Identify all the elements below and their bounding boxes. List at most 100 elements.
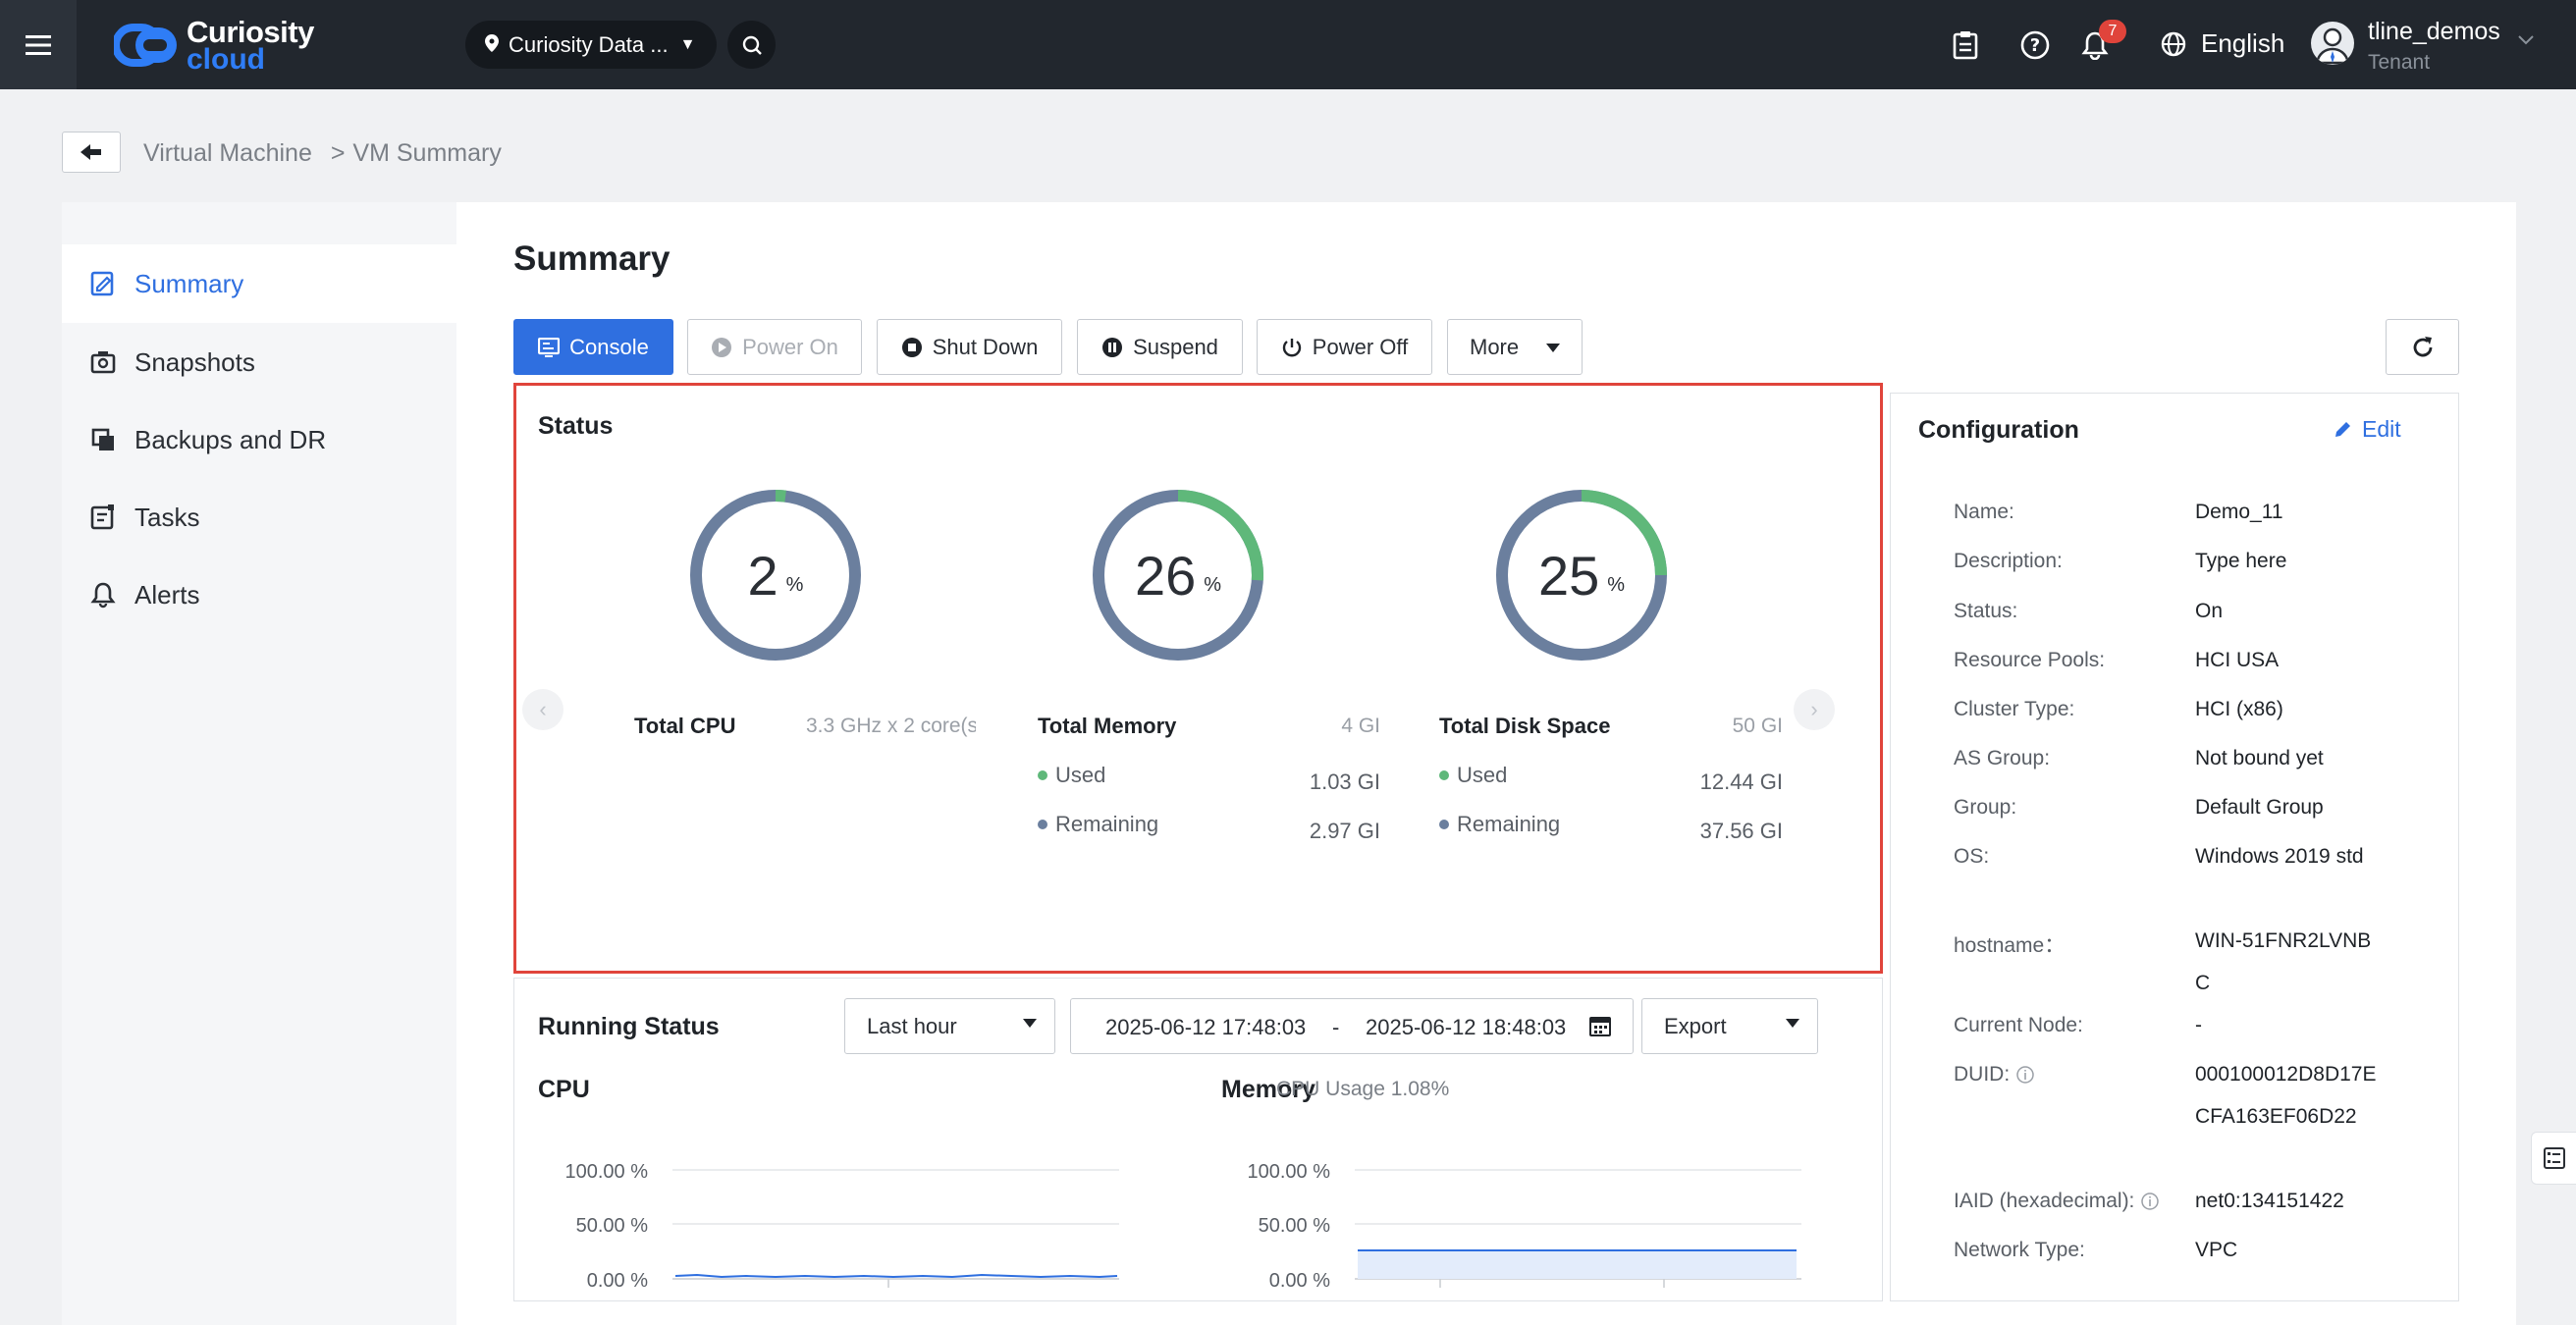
stop-icon — [901, 337, 922, 357]
user-role: Tenant — [2368, 51, 2431, 74]
back-button[interactable] — [62, 132, 121, 173]
nav-label-backups: Backups and DR — [134, 424, 327, 454]
language-selector[interactable]: English — [2160, 28, 2284, 59]
config-label: Current Node: — [1954, 1014, 2083, 1037]
config-label: Group: — [1954, 796, 2016, 820]
export-select[interactable]: Export — [1641, 998, 1818, 1054]
disk-remaining-legend: Remaining — [1439, 812, 1560, 837]
calendar-icon — [1589, 1017, 1611, 1036]
memory-capacity: 4 GI — [1341, 715, 1380, 737]
config-label-text: OS: — [1954, 845, 1990, 868]
memory-used-value: 1.03 GI — [1309, 769, 1380, 794]
config-label-text: AS Group: — [1954, 747, 2051, 769]
cpu-gauge: 2% — [687, 487, 864, 663]
memory-y-tick: 100.00 % — [1247, 1161, 1330, 1183]
nav-item-backups[interactable]: Backups and DR — [62, 400, 456, 479]
config-value: WIN-51FNR2LVNBC — [2195, 929, 2372, 994]
info-icon[interactable] — [2015, 1065, 2035, 1085]
more-label: More — [1470, 334, 1520, 359]
bell-icon — [90, 582, 116, 609]
memory-y-tick: 0.00 % — [1268, 1270, 1330, 1292]
config-label: hostname： — [1954, 929, 2065, 959]
config-label: AS Group: — [1954, 747, 2050, 770]
memory-remaining-legend: Remaining — [1038, 812, 1158, 837]
date-range-picker[interactable]: 2025-06-12 17:48:03 - 2025-06-12 18:48:0… — [1070, 998, 1634, 1054]
disk-label: Total Disk Space — [1439, 714, 1611, 738]
config-value: Default Group — [2195, 796, 2324, 819]
suspend-button[interactable]: Suspend — [1077, 319, 1243, 375]
shut-down-button[interactable]: Shut Down — [877, 319, 1062, 375]
region-selector[interactable]: Curiosity Data ... ▼ — [465, 21, 717, 69]
chevron-right-icon: › — [1810, 697, 1818, 721]
cpu-y-tick: 100.00 % — [564, 1161, 648, 1183]
date-end: 2025-06-12 18:48:03 — [1366, 1015, 1567, 1039]
config-label: Status: — [1954, 600, 2017, 623]
camera-icon — [90, 351, 116, 374]
config-label: OS: — [1954, 845, 1989, 869]
nav-label-alerts: Alerts — [134, 579, 200, 610]
config-value: 000100012D8D17ECFA163EF06D22 — [2195, 1063, 2377, 1128]
used-dot-icon — [1439, 770, 1449, 780]
cpu-line-chart — [672, 1169, 1119, 1288]
cpu-label: Total CPU — [634, 714, 736, 738]
cpu-usage-tooltip: CPU Usage 1.08% — [1276, 1078, 1450, 1100]
breadcrumb-parent[interactable]: Virtual Machine — [143, 139, 312, 167]
nav-item-alerts[interactable]: Alerts — [62, 556, 456, 634]
config-label: Resource Pools: — [1954, 649, 2105, 672]
cpu-usage-series — [674, 1273, 1118, 1279]
refresh-button[interactable] — [2386, 319, 2459, 375]
info-icon[interactable] — [2140, 1192, 2160, 1211]
disk-gauge: 25% — [1493, 487, 1670, 663]
console-button[interactable]: Console — [513, 319, 673, 375]
search-button[interactable] — [727, 21, 776, 69]
memory-remaining-value: 2.97 GI — [1309, 819, 1380, 843]
config-value: Demo_11 — [2195, 501, 2283, 523]
location-pin-icon — [485, 32, 499, 58]
time-range-select[interactable]: Last hour — [844, 998, 1055, 1054]
more-dropdown[interactable]: More — [1447, 319, 1583, 375]
nav-item-snapshots[interactable]: Snapshots — [62, 323, 456, 401]
clipboard-icon[interactable] — [1948, 27, 1983, 63]
disk-percent: 25 — [1537, 544, 1600, 607]
config-label: Description: — [1954, 550, 2063, 573]
carousel-next-button[interactable]: › — [1794, 689, 1835, 730]
memory-y-tick: 50.00 % — [1258, 1215, 1330, 1237]
power-off-label: Power Off — [1312, 334, 1409, 359]
breadcrumb-current: VM Summary — [352, 139, 502, 167]
refresh-icon — [2413, 336, 2432, 356]
console-label: Console — [569, 334, 649, 359]
config-value: HCI USA — [2195, 649, 2280, 671]
config-label-text: Resource Pools: — [1954, 649, 2106, 671]
disk-used-value: 12.44 GI — [1699, 769, 1783, 794]
remaining-dot-icon — [1439, 820, 1449, 829]
power-on-button[interactable]: Power On — [687, 319, 862, 375]
config-label-text: Name: — [1954, 501, 2014, 523]
brand-logo[interactable]: Curiosity cloud — [112, 16, 314, 75]
configuration-title: Configuration — [1918, 416, 2079, 444]
menu-icon[interactable] — [0, 0, 77, 89]
carousel-prev-button[interactable]: ‹ — [522, 689, 564, 730]
disk-remaining-value: 37.56 GI — [1699, 819, 1783, 843]
power-off-button[interactable]: Power Off — [1257, 319, 1432, 375]
config-label-text: Network Type: — [1954, 1239, 2085, 1261]
floating-tool-button[interactable] — [2531, 1132, 2576, 1185]
play-icon — [712, 337, 732, 357]
nav-item-tasks[interactable]: Tasks — [62, 478, 456, 556]
help-icon[interactable]: ? — [2017, 27, 2053, 63]
user-name[interactable]: tline_demos — [2368, 18, 2500, 46]
nav-label-snapshots: Snapshots — [134, 346, 255, 377]
running-status-title: Running Status — [538, 1013, 720, 1040]
config-label: Network Type: — [1954, 1239, 2085, 1262]
chevron-down-icon[interactable] — [2517, 33, 2535, 51]
disk-remaining-label: Remaining — [1457, 812, 1561, 836]
top-bar: Curiosity cloud Curiosity Data ... ▼ ? 7… — [0, 0, 2576, 89]
edit-button[interactable]: Edit — [2333, 416, 2401, 443]
side-nav: Summary Snapshots Backups and DR Tasks A… — [62, 202, 456, 1325]
config-label-text: Description: — [1954, 550, 2063, 572]
memory-label: Total Memory — [1038, 714, 1177, 738]
config-value: Type here — [2195, 550, 2287, 572]
globe-icon — [2161, 31, 2186, 56]
nav-item-summary[interactable]: Summary — [62, 244, 456, 323]
caret-down-icon — [1786, 1019, 1799, 1028]
user-avatar[interactable] — [2311, 22, 2354, 65]
